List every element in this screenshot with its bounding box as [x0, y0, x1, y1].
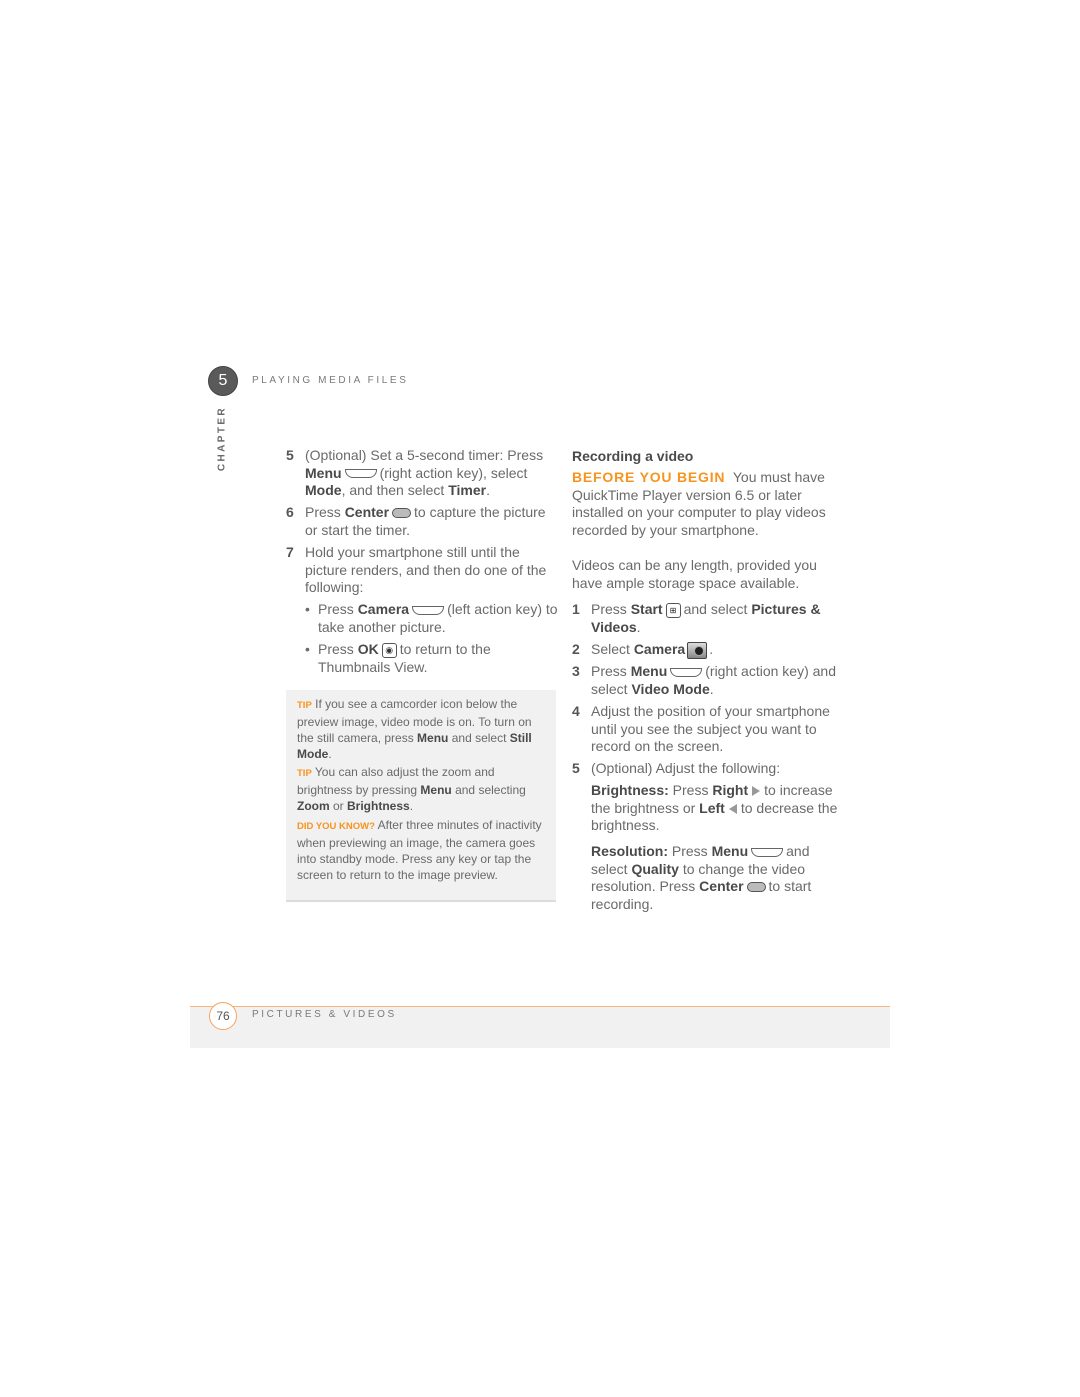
text-segment: Press: [591, 663, 631, 679]
step-number: 5: [286, 447, 294, 463]
intro-paragraph: Videos can be any length, provided you h…: [572, 557, 817, 591]
text-segment: .: [636, 618, 641, 635]
text-segment: .: [409, 799, 414, 813]
bold-term: Camera: [357, 601, 410, 617]
bold-term: Menu: [711, 843, 749, 859]
step-number: 7: [286, 544, 294, 560]
tip-2: TIP You can also adjust the zoom and bri…: [297, 764, 545, 814]
text-segment: Select: [591, 641, 634, 657]
text-segment: Press: [668, 843, 712, 859]
tip-1: TIP If you see a camcorder icon below th…: [297, 696, 545, 762]
bold-term: Menu: [420, 783, 452, 797]
text-segment: Adjust the position of your smartphone u…: [591, 703, 830, 755]
bold-term: Menu: [417, 731, 449, 745]
left-action-key-icon: [412, 605, 445, 615]
step-text: Select Camera.: [591, 641, 841, 659]
page-number: 76: [209, 1002, 237, 1030]
text-segment: or: [329, 799, 348, 813]
center-key-icon: [392, 508, 412, 519]
step-text: (Optional) Set a 5-second timer: Press M…: [305, 447, 557, 500]
text-segment: and selecting: [451, 783, 526, 797]
tip-label: TIP: [297, 700, 312, 711]
running-title: PLAYING MEDIA FILES: [252, 375, 409, 386]
text-segment: Press: [318, 641, 358, 657]
bold-term: Timer: [448, 482, 487, 499]
text-segment: (Optional) Adjust the following:: [591, 760, 781, 776]
bold-term: Right: [712, 782, 749, 798]
bullet-icon: •: [305, 601, 310, 617]
text-segment: (right action key), select: [379, 464, 528, 481]
step-text: Adjust the position of your smartphone u…: [591, 703, 841, 756]
bold-term: Quality: [631, 860, 679, 877]
step-number: 4: [572, 703, 580, 719]
step-number: 5: [572, 760, 580, 776]
step-number: 1: [572, 601, 580, 617]
start-icon: ⊞: [665, 602, 681, 618]
tip-text: If you see a camcorder icon below the pr…: [297, 697, 532, 761]
step-text: Press Menu (right action key) and select …: [591, 663, 843, 698]
bold-term: Video Mode: [631, 680, 710, 697]
step-text: Hold your smartphone still until the pic…: [305, 544, 557, 597]
ok-key-icon: ◉: [381, 642, 397, 658]
step-number: 2: [572, 641, 580, 657]
tip-text: You can also adjust the zoom and brightn…: [297, 765, 526, 813]
right-arrow-icon: [752, 786, 761, 797]
text-segment: .: [709, 641, 714, 657]
text-segment: (Optional) Set a 5-second timer: Press: [305, 447, 544, 463]
bold-term: Zoom: [297, 799, 330, 813]
bullet-text: Press OK ◉ to return to the Thumbnails Vie…: [318, 641, 518, 676]
center-key-icon: [746, 882, 766, 893]
did-you-know: DID YOU KNOW? After three minutes of ina…: [297, 817, 545, 883]
right-action-key-icon: [670, 667, 703, 677]
step-text: (Optional) Adjust the following:: [591, 760, 841, 778]
text-segment: Press: [318, 601, 358, 617]
bold-term: Mode: [305, 482, 342, 499]
left-arrow-icon: [728, 803, 737, 814]
bullet-icon: •: [305, 641, 310, 657]
bold-term: Brightness: [347, 799, 410, 813]
bold-term: Menu: [630, 663, 668, 679]
bold-term: Center: [699, 878, 744, 895]
step-text: Press Center to capture the picture or st…: [305, 504, 557, 539]
step-number: 6: [286, 504, 294, 520]
text-segment: and select: [683, 601, 752, 617]
bold-term: Left: [699, 799, 725, 816]
bullet-text: Press Camera (left action key) to take an…: [318, 601, 558, 636]
bold-term: Start: [630, 601, 663, 617]
bold-term: Menu: [305, 464, 342, 481]
text-segment: Press: [668, 782, 713, 798]
text-segment: .: [486, 482, 490, 499]
text-segment: and select: [448, 731, 510, 745]
text-segment: .: [709, 680, 714, 697]
camera-icon: [687, 641, 708, 659]
text-segment: .: [328, 747, 332, 761]
text-segment: Press: [591, 601, 631, 617]
text-segment: , and then select: [341, 482, 449, 499]
bold-term: Brightness:: [591, 782, 669, 798]
bold-term: Camera: [633, 641, 686, 657]
brightness-option: Brightness: Press Right to increase the b…: [591, 782, 841, 835]
right-action-key-icon: [751, 847, 784, 857]
resolution-option: Resolution: Press Menu and select Quality…: [591, 843, 831, 913]
chapter-label: CHAPTER: [216, 405, 228, 472]
step-text: Press Start ⊞ and select Pictures & Videos…: [591, 601, 841, 636]
before-you-begin: BEFORE YOU BEGIN You must have QuickTime…: [572, 469, 834, 539]
tip-label: TIP: [297, 768, 312, 779]
text-segment: Hold your smartphone still until the pic…: [305, 544, 547, 596]
section-heading: Recording a video: [572, 448, 694, 464]
did-you-know-label: DID YOU KNOW?: [297, 821, 375, 832]
before-you-begin-label: BEFORE YOU BEGIN: [572, 469, 726, 485]
bold-term: Resolution:: [591, 843, 668, 859]
right-action-key-icon: [344, 469, 377, 479]
bold-term: Center: [344, 504, 390, 520]
bold-term: OK: [357, 641, 379, 657]
text-segment: Press: [305, 504, 345, 520]
footer-section-title: PICTURES & VIDEOS: [252, 1009, 397, 1020]
step-number: 3: [572, 663, 580, 679]
